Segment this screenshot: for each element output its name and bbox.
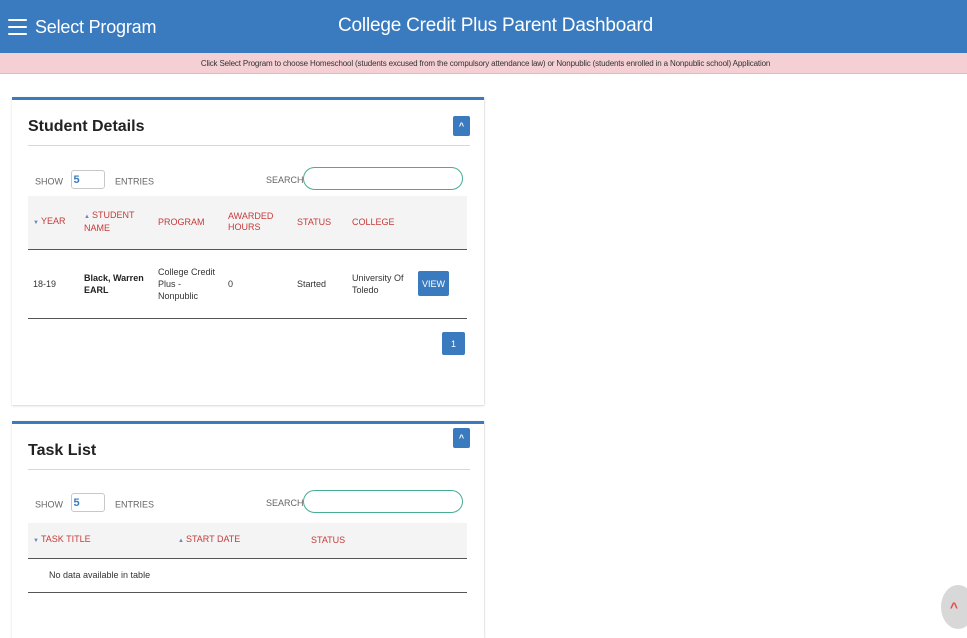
pagination-page-button[interactable]: 1 — [442, 332, 465, 355]
chevron-up-icon: ^ — [458, 433, 465, 443]
student-details-page-size: SHOW 5 ENTRIES — [35, 170, 155, 189]
student-details-entries-select[interactable]: 5 — [70, 170, 105, 189]
college-cell: University Of Toledo — [352, 272, 404, 295]
task-list-page-size: SHOW 5 ENTRIES — [35, 493, 155, 512]
student-details-title: Student Details — [28, 118, 145, 135]
column-header-awarded-hours[interactable]: AWARDED HOURS — [223, 196, 292, 250]
status-cell: Started — [297, 278, 327, 289]
top-app-bar: Select Program College Credit Plus Paren… — [0, 0, 967, 53]
awarded-hours-cell: 0 — [228, 278, 234, 289]
program-selection-notice: Click Select Program to choose Homeschoo… — [0, 53, 967, 74]
view-student-button[interactable]: VIEW — [418, 271, 449, 296]
table-header-row: ▼ YEAR ▲ STUDENT NAME PROGRAM AWARDED HOUR… — [28, 196, 467, 250]
column-header-student-name[interactable]: ▲ STUDENT NAME — [79, 196, 153, 250]
task-list-title: Task List — [28, 442, 97, 459]
task-list-panel: Task List ^ SHOW 5 ENTRIES SEARCH: ▼ TASK… — [12, 421, 484, 638]
chevron-up-icon: ^ — [458, 121, 465, 131]
dashboard-title: College Credit Plus Parent Dashboard — [338, 15, 653, 36]
column-header-program[interactable]: PROGRAM — [153, 196, 223, 250]
student-details-search-input[interactable] — [303, 167, 463, 190]
student-name-cell: Black, Warren EARL — [84, 272, 144, 295]
action-cell: VIEW — [413, 249, 467, 318]
program-cell: College Credit Plus - Nonpublic — [158, 266, 216, 301]
task-list-entries-select[interactable]: 5 — [70, 493, 105, 512]
entries-label: ENTRIES — [115, 176, 155, 187]
student-details-panel: Student Details ^ SHOW 5 ENTRIES SEARCH:… — [12, 97, 484, 405]
column-header-college[interactable]: COLLEGE — [347, 196, 413, 250]
student-details-table-controls: SHOW 5 ENTRIES SEARCH: — [35, 167, 463, 193]
entries-label: ENTRIES — [115, 499, 155, 510]
chevron-up-icon: ^ — [949, 599, 959, 615]
column-header-status[interactable]: STATUS — [292, 196, 347, 250]
column-header-task-title[interactable]: ▼ TASK TITLE — [28, 523, 173, 559]
column-header-action — [413, 196, 467, 250]
task-list-divider — [28, 469, 470, 470]
column-header-start-date[interactable]: ▲ START DATE — [173, 523, 306, 559]
student-details-table: ▼ YEAR ▲ STUDENT NAME PROGRAM AWARDED HOUR… — [28, 196, 467, 319]
sort-descending-icon: ▼ — [33, 219, 39, 226]
show-label: SHOW — [35, 176, 63, 187]
empty-table-message: No data available in table — [49, 570, 151, 580]
table-header-row: ▼ TASK TITLE ▲ START DATE STATUS — [28, 523, 467, 559]
show-label: SHOW — [35, 499, 63, 510]
scroll-to-top-button[interactable]: ^ — [941, 585, 967, 629]
table-row: No data available in table — [28, 558, 467, 592]
sort-ascending-icon: ▲ — [178, 537, 184, 544]
column-header-year[interactable]: ▼ YEAR — [28, 196, 79, 250]
task-list-search-input[interactable] — [303, 490, 463, 513]
student-details-collapse-button[interactable]: ^ — [453, 116, 470, 136]
year-cell: 18-19 — [33, 278, 57, 289]
sort-ascending-icon: ▲ — [84, 214, 90, 221]
student-details-divider — [28, 145, 470, 146]
task-list-table-controls: SHOW 5 ENTRIES SEARCH: — [35, 490, 463, 516]
table-row: 18-19 Black, Warren EARL College Credit … — [28, 249, 467, 318]
task-list-table: ▼ TASK TITLE ▲ START DATE STATUS No data a… — [28, 523, 467, 593]
student-details-search-label: SEARCH: — [266, 175, 307, 185]
task-list-search-label: SEARCH: — [266, 498, 307, 508]
task-list-collapse-button[interactable]: ^ — [453, 428, 470, 448]
column-header-status[interactable]: STATUS — [306, 523, 467, 559]
sort-descending-icon: ▼ — [33, 537, 39, 544]
